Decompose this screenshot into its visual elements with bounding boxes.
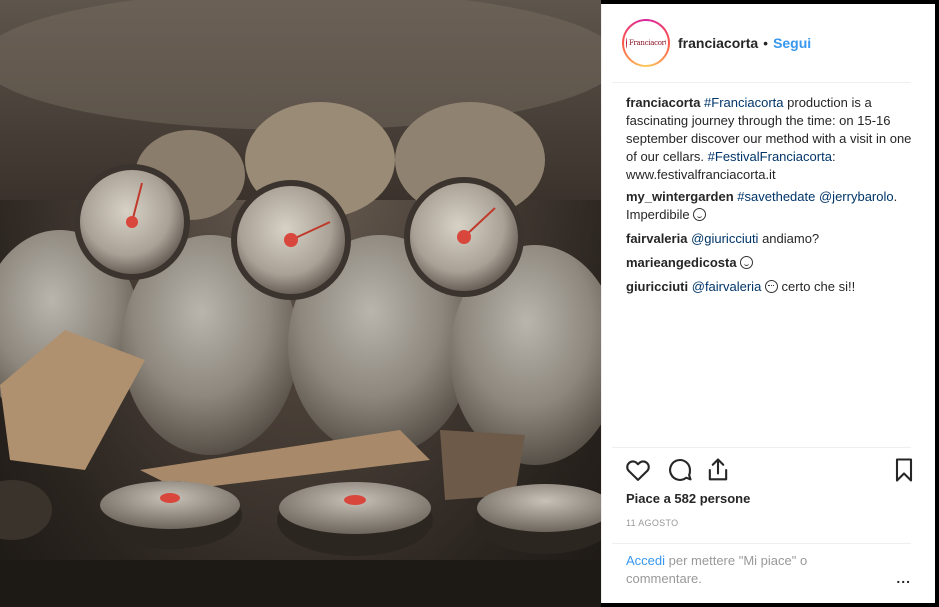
comment-username[interactable]: fairvaleria <box>626 231 687 246</box>
comment-hashtag[interactable]: #savethedate <box>737 189 815 204</box>
comment-text: certo che si!! <box>777 279 856 294</box>
comment-mention[interactable]: @giuricciuti <box>691 231 758 246</box>
post-header: Franciacorta franciacorta • Segui <box>602 4 936 82</box>
footer-divider <box>612 543 911 544</box>
logo-flag-icon <box>626 37 627 49</box>
separator-dot: • <box>763 35 769 51</box>
share-icon[interactable] <box>704 456 732 484</box>
cellar-bottles-image <box>0 0 601 607</box>
comment-item: my_wintergarden #savethedate @jerrybarol… <box>626 188 916 224</box>
author-username[interactable]: franciacorta <box>678 35 758 51</box>
comment-text: andiamo? <box>758 231 820 246</box>
heart-eyes-emoji-icon <box>764 280 778 293</box>
bookmark-icon[interactable] <box>890 456 918 484</box>
login-prompt: Accedi per mettere "Mi piace" o commenta… <box>626 552 856 588</box>
post-photo[interactable] <box>0 0 601 607</box>
post-details-panel: Franciacorta franciacorta • Segui franci… <box>601 4 935 603</box>
follow-button[interactable]: Segui <box>773 35 811 51</box>
more-options-button[interactable]: ... <box>896 570 911 586</box>
action-bar <box>624 456 914 486</box>
actions-divider <box>612 447 911 448</box>
post-date[interactable]: 11 AGOSTO <box>626 518 678 528</box>
caption-username[interactable]: franciacorta <box>626 95 700 110</box>
smile-emoji-icon <box>740 256 754 269</box>
header-divider <box>612 82 911 83</box>
comment-item: fairvaleria @giuricciuti andiamo? <box>626 230 916 248</box>
comment-item: giuricciuti @fairvaleria certo che si!! <box>626 278 916 296</box>
avatar[interactable]: Franciacorta <box>622 19 670 67</box>
header-text: franciacorta • Segui <box>678 35 811 51</box>
comment-icon[interactable] <box>666 456 694 484</box>
comment-username[interactable]: marieangedicosta <box>626 255 737 270</box>
caption-hashtag-festival[interactable]: #FestivalFranciacorta <box>708 149 832 164</box>
comments-list: franciacorta #Franciacorta production is… <box>626 94 916 296</box>
comment-item: marieangedicosta <box>626 254 916 272</box>
caption-hashtag-franciacorta[interactable]: #Franciacorta <box>704 95 783 110</box>
smile-emoji-icon <box>693 208 707 221</box>
comment-username[interactable]: my_wintergarden <box>626 189 734 204</box>
logo-mark: Franciacorta <box>626 37 668 49</box>
caption: franciacorta #Franciacorta production is… <box>626 94 916 184</box>
logo-wordmark: Franciacorta <box>628 39 668 47</box>
login-link[interactable]: Accedi <box>626 553 665 568</box>
heart-icon[interactable] <box>624 456 652 484</box>
comment-mention[interactable]: @fairvaleria <box>692 279 762 294</box>
comment-mention[interactable]: @jerrybarolo <box>819 189 894 204</box>
franciacorta-logo: Franciacorta <box>624 21 668 65</box>
likes-count[interactable]: Piace a 582 persone <box>626 491 750 506</box>
comment-username[interactable]: giuricciuti <box>626 279 688 294</box>
